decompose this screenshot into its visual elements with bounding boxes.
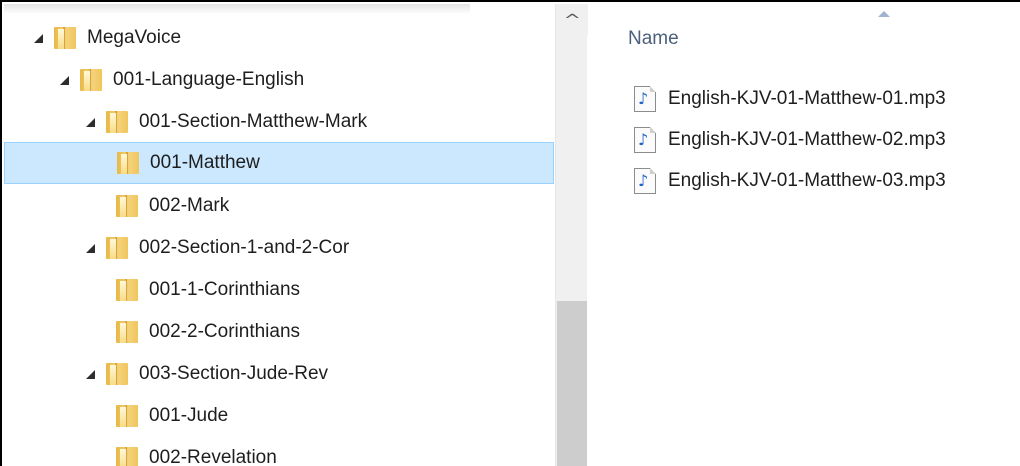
tree-item-1-corinthians[interactable]: 001-1-Corinthians [116, 269, 554, 311]
folder-icon [106, 111, 128, 133]
tree-item-revelation[interactable]: 002-Revelation [116, 437, 554, 466]
chevron-up-icon: ^ [563, 11, 581, 29]
tree-item-label: MegaVoice [87, 27, 182, 48]
tree-item-section-jude-rev[interactable]: 003-Section-Jude-Rev [86, 353, 554, 395]
pane-top-shadow [4, 4, 470, 14]
tree-item-label: 002-Revelation [149, 447, 277, 466]
audio-file-icon: ♪ [634, 127, 656, 153]
audio-file-icon: ♪ [634, 86, 656, 112]
name-column-header[interactable]: Name [628, 28, 679, 50]
expand-arrow-icon[interactable] [86, 118, 95, 127]
expand-arrow-icon[interactable] [34, 34, 43, 43]
tree-item-2-corinthians[interactable]: 002-2-Corinthians [116, 311, 554, 353]
tree-item-section-1-and-2-cor[interactable]: 002-Section-1-and-2-Cor [86, 227, 554, 269]
folder-icon [116, 321, 138, 343]
file-name: English-KJV-01-Matthew-03.mp3 [668, 170, 946, 191]
expand-arrow-icon[interactable] [86, 370, 95, 379]
sort-ascending-icon [878, 11, 890, 17]
explorer-window: MegaVoice 001-Language-English 001-Secti… [0, 0, 1020, 466]
folder-icon [116, 405, 138, 427]
tree-scrollbar[interactable]: ^ [555, 4, 588, 466]
folder-icon [106, 363, 128, 385]
tree-item-label: 002-Mark [149, 195, 230, 216]
expand-arrow-icon[interactable] [86, 244, 95, 253]
folder-icon [54, 27, 76, 49]
navigation-pane: MegaVoice 001-Language-English 001-Secti… [4, 4, 554, 466]
folder-icon [80, 69, 102, 91]
file-row[interactable]: ♪ English-KJV-01-Matthew-03.mp3 [634, 163, 946, 199]
tree-item-matthew[interactable]: 001-Matthew [4, 142, 554, 184]
tree-item-label: 003-Section-Jude-Rev [139, 363, 329, 384]
file-row[interactable]: ♪ English-KJV-01-Matthew-01.mp3 [634, 81, 946, 117]
tree-item-label: 002-Section-1-and-2-Cor [139, 237, 350, 258]
file-name: English-KJV-01-Matthew-02.mp3 [668, 129, 946, 150]
tree-item-label: 001-Jude [149, 405, 229, 426]
tree-item-label: 002-2-Corinthians [149, 321, 301, 342]
file-list-pane: Name ♪ English-KJV-01-Matthew-01.mp3 ♪ E… [588, 4, 1020, 466]
folder-icon [116, 447, 138, 466]
tree-item-jude[interactable]: 001-Jude [116, 395, 554, 437]
folder-icon [106, 237, 128, 259]
tree-item-label: 001-1-Corinthians [149, 279, 301, 300]
tree-item-label: 001-Section-Matthew-Mark [139, 111, 368, 132]
scroll-up-button[interactable]: ^ [556, 4, 588, 36]
tree-item-label: 001-Language-English [113, 69, 305, 90]
expand-arrow-icon[interactable] [60, 76, 69, 85]
tree-item-section-matthew-mark[interactable]: 001-Section-Matthew-Mark [86, 101, 554, 143]
folder-icon [116, 195, 138, 217]
file-row[interactable]: ♪ English-KJV-01-Matthew-02.mp3 [634, 122, 946, 158]
tree-item-megavoice[interactable]: MegaVoice [34, 17, 554, 59]
scrollbar-thumb[interactable] [557, 301, 587, 466]
tree-item-mark[interactable]: 002-Mark [116, 185, 554, 227]
folder-icon [116, 279, 138, 301]
tree-item-language-english[interactable]: 001-Language-English [60, 59, 554, 101]
file-name: English-KJV-01-Matthew-01.mp3 [668, 88, 946, 109]
audio-file-icon: ♪ [634, 168, 656, 194]
folder-icon [117, 152, 139, 174]
tree-item-label: 001-Matthew [150, 152, 260, 173]
